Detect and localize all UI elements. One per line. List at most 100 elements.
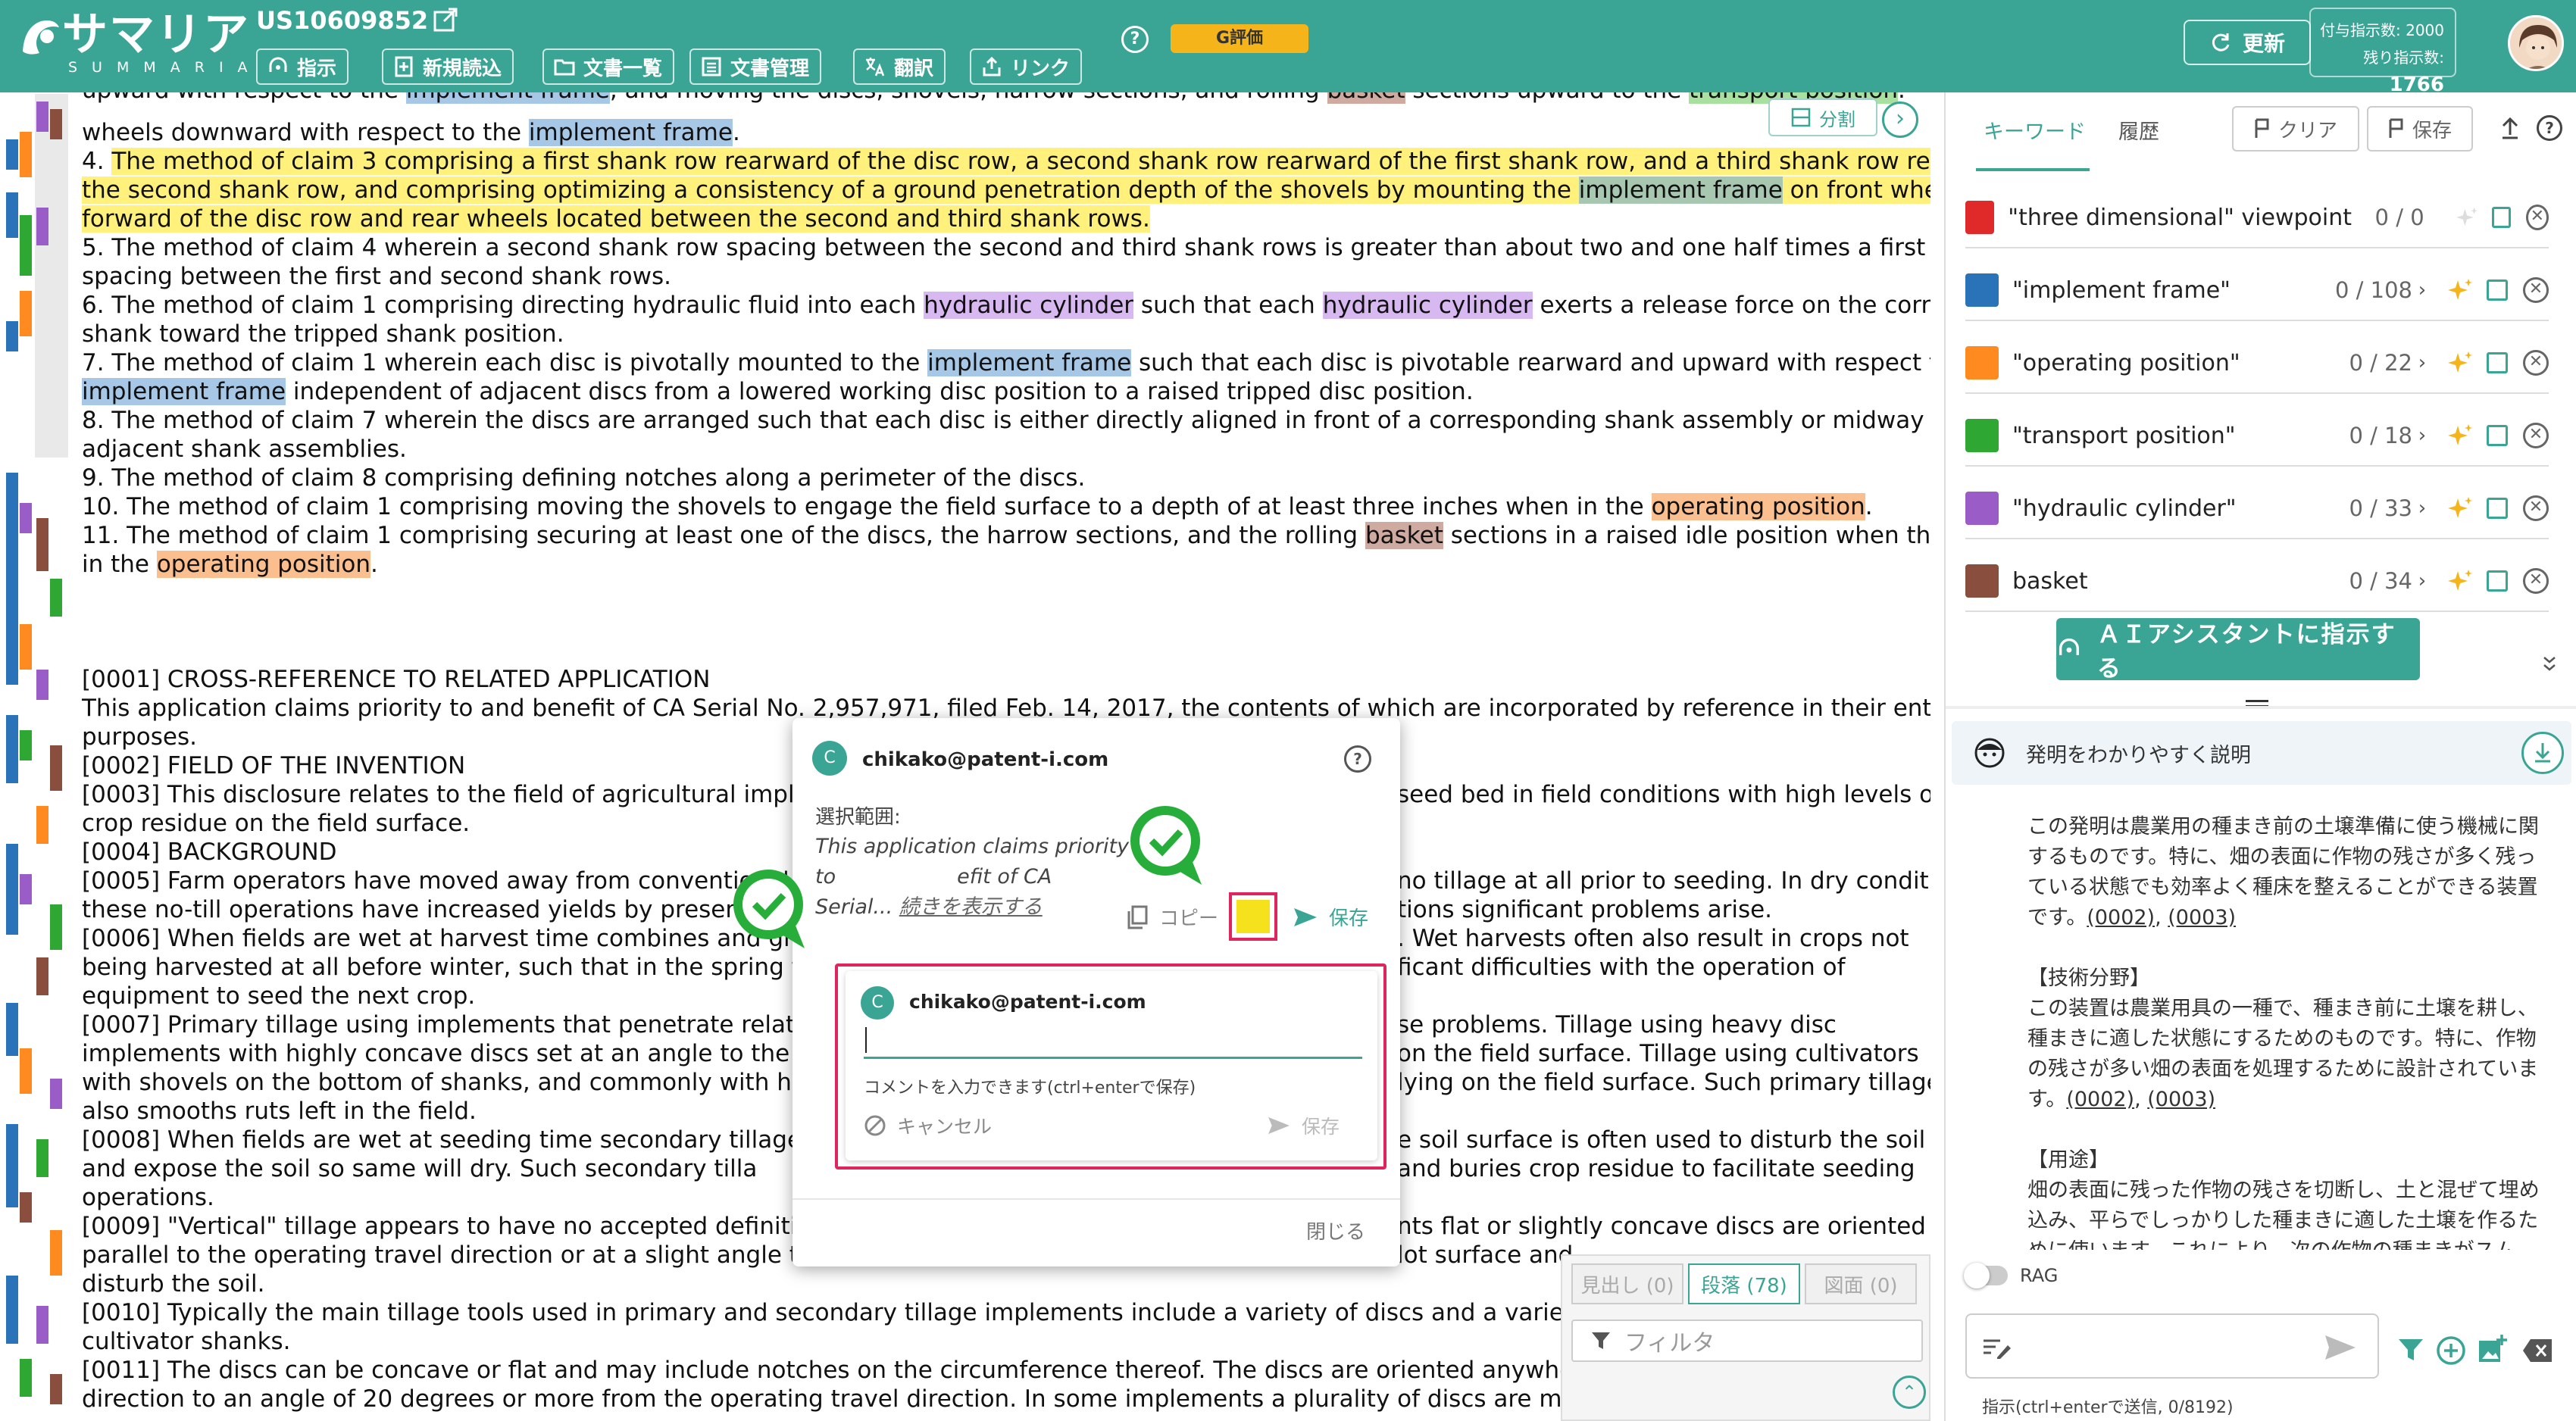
- keyword-checkbox[interactable]: [2487, 498, 2508, 519]
- filter-tab-paragraphs[interactable]: 段落 (78): [1688, 1263, 1800, 1304]
- chevron-right-icon[interactable]: ›: [2412, 351, 2432, 374]
- keyword-row[interactable]: "transport position" 0 / 18 › ✕: [1965, 406, 2549, 467]
- keyword-row[interactable]: "implement frame" 0 / 108 › ✕: [1965, 261, 2549, 321]
- split-view-button[interactable]: 分割: [1768, 98, 1877, 136]
- remove-keyword-icon[interactable]: ✕: [2523, 350, 2549, 376]
- save-keywords-button[interactable]: 保存: [2367, 106, 2473, 151]
- close-popup-button[interactable]: 閉じる: [1306, 1216, 1365, 1245]
- document-manage-button[interactable]: 文書管理: [689, 48, 822, 85]
- next-arrow-icon[interactable]: ›: [1882, 102, 1918, 138]
- copy-button[interactable]: コピー: [1126, 903, 1218, 931]
- link-button[interactable]: リンク: [970, 48, 1083, 85]
- sparkle-icon[interactable]: [2443, 277, 2476, 303]
- keyword-row[interactable]: "operating position" 0 / 22 › ✕: [1965, 333, 2549, 394]
- sparkle-icon[interactable]: [2443, 350, 2476, 376]
- paragraph-ref-link[interactable]: (0002): [2087, 906, 2155, 929]
- paragraph-ref-link[interactable]: (0003): [2147, 1088, 2215, 1111]
- keyword-row[interactable]: basket 0 / 34 › ✕: [1965, 551, 2549, 612]
- keyword-color-swatch[interactable]: [1965, 492, 1999, 525]
- user-highlight[interactable]: The method of claim 3 comprising a first…: [111, 148, 1930, 175]
- rag-toggle-row[interactable]: RAG: [1964, 1263, 2058, 1288]
- filter-tab-headings[interactable]: 見出し (0): [1571, 1263, 1683, 1304]
- send-icon[interactable]: [2323, 1333, 2358, 1362]
- keyword-highlight[interactable]: implement frame: [1578, 176, 1783, 204]
- sparkle-icon[interactable]: [2443, 423, 2476, 448]
- chevron-right-icon[interactable]: ›: [2412, 497, 2432, 520]
- filter-icon[interactable]: [2396, 1335, 2426, 1365]
- user-highlight[interactable]: forward of the disc row and rear wheels …: [82, 205, 1150, 233]
- chevron-right-icon[interactable]: ›: [2412, 424, 2432, 447]
- keyword-color-swatch[interactable]: [1965, 346, 1999, 379]
- keyword-checkbox[interactable]: [2487, 425, 2508, 446]
- keyword-highlight[interactable]: implement frame: [82, 378, 286, 405]
- help-icon[interactable]: ?: [1121, 26, 1149, 53]
- summaria-logo[interactable]: サマリア SUMMARIA: [17, 11, 262, 76]
- remove-keyword-icon[interactable]: ✕: [2525, 205, 2549, 230]
- sparkle-icon[interactable]: [2443, 495, 2476, 521]
- instruct-button[interactable]: 指示: [256, 48, 349, 85]
- keyword-row[interactable]: "three dimensional" viewpoint 0 / 0 ✕: [1965, 188, 2549, 248]
- filter-tab-figures[interactable]: 図面 (0): [1805, 1263, 1917, 1304]
- rag-toggle[interactable]: [1964, 1263, 2008, 1288]
- keyword-highlight[interactable]: implement frame: [927, 349, 1132, 376]
- add-circle-icon[interactable]: [2435, 1335, 2467, 1366]
- upload-icon[interactable]: [2499, 115, 2521, 141]
- keyword-highlight[interactable]: implement frame: [405, 92, 610, 104]
- keyword-highlight[interactable]: implement frame: [528, 119, 733, 146]
- remove-keyword-icon[interactable]: ✕: [2523, 277, 2549, 303]
- keyword-highlight[interactable]: basket: [1365, 522, 1443, 549]
- keyword-highlight[interactable]: hydraulic cylinder: [924, 292, 1134, 319]
- keyword-highlight[interactable]: hydraulic cylinder: [1322, 292, 1533, 319]
- clear-input-icon[interactable]: [2521, 1336, 2555, 1365]
- keyword-checkbox[interactable]: [2487, 570, 2508, 592]
- user-avatar[interactable]: [2508, 15, 2564, 71]
- sparkle-icon[interactable]: [2452, 205, 2481, 230]
- tab-keywords[interactable]: キーワード: [1984, 115, 2086, 145]
- panel-divider[interactable]: [1946, 706, 2576, 709]
- highlight-color-picker[interactable]: [1229, 892, 1277, 941]
- keyword-color-swatch[interactable]: [1965, 419, 1999, 452]
- cancel-comment-button[interactable]: キャンセル: [864, 1112, 992, 1139]
- keyword-checkbox[interactable]: [2491, 207, 2511, 228]
- save-highlight-button[interactable]: 保存: [1293, 903, 1368, 931]
- keyword-row[interactable]: "hydraulic cylinder" 0 / 33 › ✕: [1965, 479, 2549, 539]
- keyword-color-swatch[interactable]: [1965, 201, 1995, 234]
- collapse-filter-icon[interactable]: ⌃: [1893, 1376, 1926, 1409]
- chevron-right-icon[interactable]: ›: [2412, 279, 2432, 301]
- paragraph-ref-link[interactable]: (0003): [2168, 906, 2236, 929]
- chevron-right-icon[interactable]: ›: [2412, 570, 2432, 592]
- explain-section-header[interactable]: 発明をわかりやすく説明: [1952, 721, 2571, 785]
- keyword-checkbox[interactable]: [2487, 280, 2508, 301]
- add-image-icon[interactable]: [2476, 1333, 2509, 1366]
- translate-button[interactable]: 翻訳: [853, 48, 946, 85]
- paragraph-ref-link[interactable]: (0002): [2066, 1088, 2134, 1111]
- keyword-color-swatch[interactable]: [1965, 273, 1999, 307]
- help-icon[interactable]: ?: [2537, 115, 2562, 141]
- remove-keyword-icon[interactable]: ✕: [2523, 568, 2549, 594]
- keyword-color-swatch[interactable]: [1965, 564, 1999, 598]
- instruction-input[interactable]: [1965, 1313, 2379, 1379]
- help-icon[interactable]: ?: [1344, 745, 1371, 773]
- keyword-checkbox[interactable]: [2487, 352, 2508, 373]
- new-load-button[interactable]: 新規読込: [382, 48, 514, 85]
- download-icon[interactable]: [2521, 732, 2564, 774]
- user-highlight[interactable]: the second shank row, and comprising opt…: [82, 176, 1930, 204]
- tab-history[interactable]: 履歴: [2118, 115, 2159, 145]
- update-button[interactable]: 更新: [2184, 20, 2311, 65]
- comment-input[interactable]: [864, 1020, 1362, 1059]
- g-evaluation-button[interactable]: G評価: [1171, 24, 1308, 53]
- show-more-link[interactable]: 続きを表示する: [899, 895, 1043, 919]
- keyword-highlight[interactable]: operating position: [156, 551, 371, 578]
- chevron-down-icon[interactable]: [2541, 653, 2558, 676]
- filter-input[interactable]: フィルタ: [1571, 1320, 1923, 1362]
- keyword-highlight[interactable]: operating position: [1651, 493, 1865, 520]
- keyword-highlight[interactable]: basket: [1327, 92, 1405, 104]
- remove-keyword-icon[interactable]: ✕: [2523, 423, 2549, 448]
- clear-button[interactable]: クリア: [2232, 106, 2359, 151]
- document-list-button[interactable]: 文書一覧: [542, 48, 675, 85]
- external-link-icon[interactable]: [432, 6, 459, 33]
- sparkle-icon[interactable]: [2443, 568, 2476, 594]
- ai-assistant-button[interactable]: ＡＩアシスタントに指示する: [2056, 618, 2420, 682]
- save-comment-button[interactable]: 保存: [1267, 1112, 1340, 1139]
- remove-keyword-icon[interactable]: ✕: [2523, 495, 2549, 521]
